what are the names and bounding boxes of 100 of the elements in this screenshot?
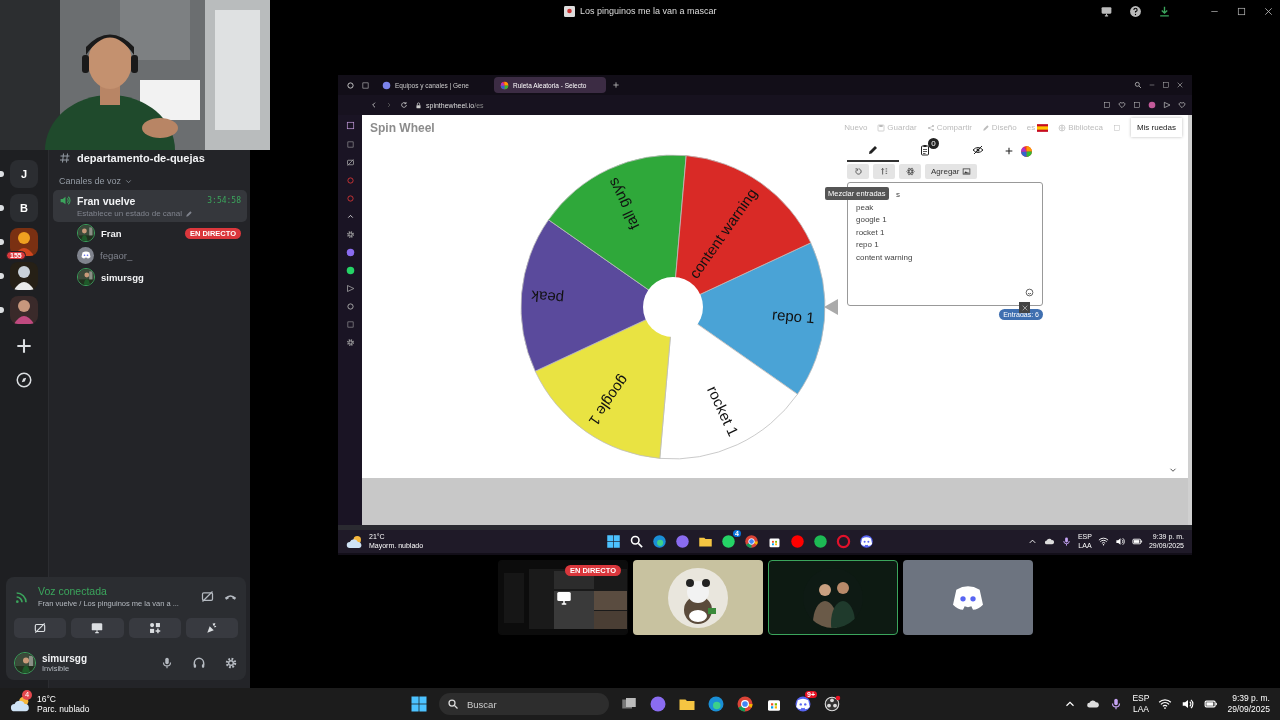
clock[interactable]: 9:39 p. m. 29/09/2025 [1227, 693, 1270, 715]
discord-icon[interactable] [859, 534, 874, 549]
grid-icon [147, 621, 162, 635]
volume-icon[interactable] [1114, 536, 1126, 547]
mic-icon[interactable] [160, 656, 174, 670]
settings-icon[interactable] [345, 338, 355, 347]
heart-icon[interactable] [1178, 101, 1186, 109]
pencil-icon [981, 123, 990, 132]
slice-label: fall guys [603, 175, 643, 233]
member-name[interactable]: fegaor_ [100, 249, 245, 261]
slice-label: repo 1 [771, 305, 816, 327]
cloud-icon[interactable] [1043, 536, 1055, 547]
close-icon[interactable] [1263, 5, 1274, 17]
plus-icon[interactable] [1004, 146, 1014, 156]
pointer-icon [824, 299, 838, 315]
editor-tab[interactable]: 0 [899, 140, 952, 162]
dot-icon[interactable] [345, 194, 355, 203]
share-screen-button[interactable] [71, 618, 124, 638]
pencil-icon [184, 209, 193, 218]
my-wheels-button[interactable]: Mis ruedas [1130, 118, 1182, 137]
emoji-icon[interactable] [1025, 288, 1034, 297]
voice-channel[interactable]: Fran vuelve 3:54:58 Establece un estado de canal [53, 190, 247, 222]
new-tab-icon[interactable] [612, 81, 620, 89]
entry-line: rocket 1 [856, 227, 885, 237]
user-name: simursgg [42, 653, 88, 664]
noise-off-icon[interactable] [200, 589, 215, 604]
advanced-button[interactable] [899, 164, 921, 179]
add-image-button[interactable]: Agregar [925, 164, 978, 179]
maximize-icon[interactable] [1236, 5, 1247, 17]
help-icon[interactable] [1129, 4, 1142, 18]
wifi-icon[interactable] [1097, 536, 1109, 547]
connection-status: Voz conectada [38, 585, 108, 597]
volume-icon[interactable] [1181, 697, 1196, 711]
search-icon [447, 698, 459, 710]
battery-icon[interactable] [1131, 536, 1143, 547]
activities-button[interactable] [128, 618, 181, 638]
wifi-icon[interactable] [1158, 697, 1173, 711]
member-name[interactable]: simursgg [101, 271, 245, 283]
channel-name[interactable]: departamento-de-quejas [77, 152, 205, 164]
search-icon[interactable] [1134, 81, 1142, 89]
pencil-icon [867, 144, 880, 156]
send-icon[interactable] [1163, 101, 1171, 109]
weather-text[interactable]: Parc. nublado [37, 704, 90, 715]
headset-icon[interactable] [192, 656, 206, 670]
participant-tile[interactable] [768, 560, 898, 635]
globe-icon [1058, 123, 1067, 132]
party-icon [204, 621, 219, 635]
settings-icon[interactable] [224, 656, 238, 670]
wheel-hub [643, 277, 703, 337]
play-icon[interactable] [345, 284, 355, 293]
maximize-icon[interactable] [1162, 81, 1170, 89]
settings-icon[interactable] [345, 230, 355, 239]
search-field[interactable]: Buscar [439, 693, 609, 715]
image-icon [962, 167, 972, 176]
download-icon[interactable] [1158, 4, 1171, 18]
stream-title: Los pinguinos me la van a mascar [580, 6, 717, 16]
chrome-icon[interactable] [736, 695, 754, 713]
camera-off-button[interactable] [14, 618, 67, 638]
flag-icon [1037, 123, 1049, 132]
slice-label: peak [530, 287, 565, 308]
temperature[interactable]: 16°C [37, 693, 90, 704]
compass-icon[interactable] [15, 371, 33, 389]
server-icon[interactable]: B [10, 194, 38, 222]
close-icon[interactable] [1176, 81, 1184, 89]
obs-icon[interactable] [823, 695, 841, 713]
channel-hash-icon [59, 152, 71, 164]
battery-icon[interactable] [1204, 697, 1219, 711]
discord-icon[interactable] [794, 695, 812, 713]
opera-icon[interactable] [836, 534, 851, 549]
language-indicator[interactable]: ESP LAA [1132, 693, 1150, 715]
screen-icon[interactable] [1100, 4, 1113, 18]
tab-favicon-icon [500, 80, 509, 90]
soundboard-button[interactable] [185, 618, 238, 638]
entry-line: content warning [856, 252, 913, 262]
entry-line: repo 1 [856, 240, 879, 249]
edge-icon[interactable] [652, 534, 667, 549]
edge-icon[interactable] [707, 695, 725, 713]
search-icon[interactable] [629, 534, 644, 549]
add-server-icon[interactable] [14, 336, 34, 356]
palette-icon[interactable] [1020, 144, 1033, 158]
chrome-icon[interactable] [744, 534, 759, 549]
reload-icon[interactable] [400, 101, 408, 109]
mic-icon[interactable] [1060, 536, 1072, 547]
atom-icon [905, 167, 915, 176]
close-button[interactable] [1019, 302, 1030, 313]
start-icon[interactable] [410, 695, 428, 713]
entry-line: peak [856, 202, 874, 212]
cloud-icon[interactable] [1086, 697, 1101, 711]
slice-label: rocket 1 [704, 383, 743, 439]
dot-icon[interactable] [345, 176, 355, 185]
entry-line: google 1 [856, 215, 887, 224]
section-title[interactable]: Canales de voz [59, 176, 122, 186]
share-icon [926, 123, 935, 132]
server-icon[interactable]: J [10, 160, 38, 188]
speaker-icon [59, 194, 72, 207]
member-name[interactable]: Fran [101, 227, 179, 239]
participant-tile[interactable] [633, 560, 763, 635]
start-icon[interactable] [606, 534, 621, 549]
back-icon[interactable] [370, 101, 378, 109]
participant-tile[interactable] [903, 560, 1033, 635]
